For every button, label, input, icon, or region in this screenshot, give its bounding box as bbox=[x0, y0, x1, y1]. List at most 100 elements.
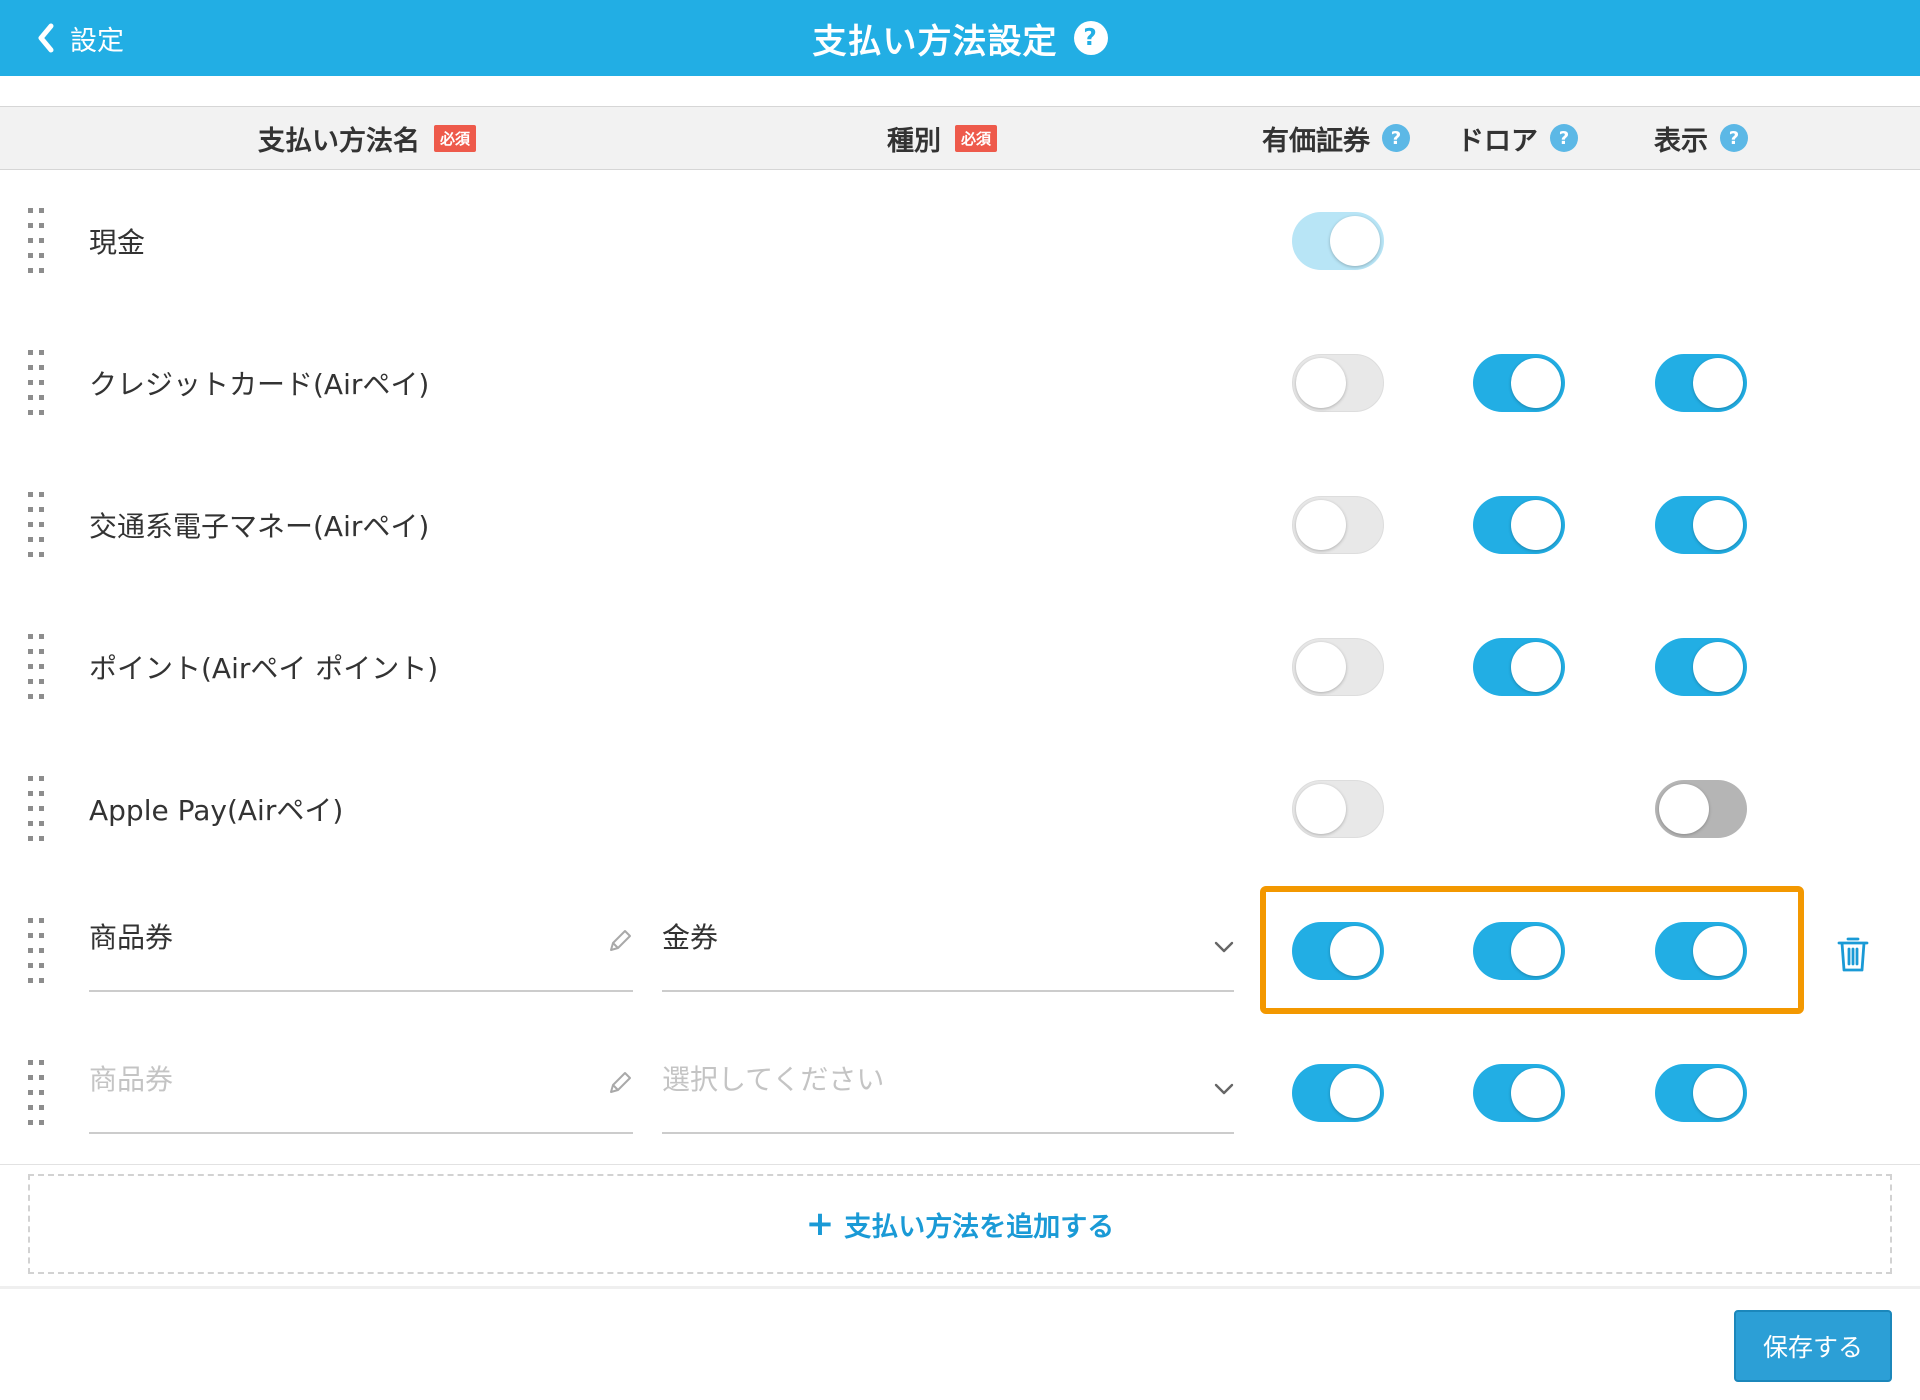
drag-handle-icon[interactable] bbox=[28, 918, 46, 988]
securities-toggle[interactable] bbox=[1292, 354, 1384, 412]
help-icon[interactable]: ? bbox=[1382, 124, 1410, 152]
drag-handle-icon[interactable] bbox=[28, 492, 46, 562]
column-securities-label: 有価証券 bbox=[1262, 125, 1370, 157]
drawer-toggle[interactable] bbox=[1473, 496, 1565, 554]
drag-handle-icon[interactable] bbox=[28, 776, 46, 846]
trash-icon[interactable] bbox=[1836, 935, 1870, 973]
securities-toggle[interactable] bbox=[1292, 922, 1384, 980]
payment-row: ポイント(Airペイ ポイント) bbox=[0, 596, 1920, 739]
column-type: 種別 必須 bbox=[887, 107, 998, 169]
toggle-knob bbox=[1511, 500, 1561, 550]
drag-handle-icon[interactable] bbox=[28, 350, 46, 420]
drag-dot bbox=[39, 821, 44, 826]
payment-type-select[interactable]: 金券 bbox=[662, 880, 1234, 1022]
drawer-toggle[interactable] bbox=[1473, 354, 1565, 412]
drag-dot bbox=[39, 350, 44, 355]
chevron-down-icon bbox=[1214, 941, 1234, 953]
payment-row: 交通系電子マネー(Airペイ) bbox=[0, 454, 1920, 597]
help-icon[interactable]: ? bbox=[1720, 124, 1748, 152]
footer-divider bbox=[0, 1286, 1920, 1289]
drag-dot bbox=[39, 410, 44, 415]
payment-name-input[interactable]: 商品券 bbox=[89, 1022, 173, 1134]
drag-dot bbox=[39, 634, 44, 639]
display-toggle[interactable] bbox=[1655, 354, 1747, 412]
drag-dot bbox=[28, 507, 33, 512]
required-badge: 必須 bbox=[955, 124, 998, 152]
payment-type-select[interactable]: 選択してください bbox=[662, 1022, 1234, 1164]
input-underline bbox=[89, 1132, 633, 1134]
app-header: 設定 支払い方法設定 ? bbox=[0, 0, 1920, 76]
display-toggle[interactable] bbox=[1655, 1064, 1747, 1122]
drawer-toggle[interactable] bbox=[1473, 922, 1565, 980]
custom-payment-row: 商品券 金券 bbox=[0, 880, 1920, 1023]
drag-dot bbox=[39, 492, 44, 497]
drag-dot bbox=[28, 522, 33, 527]
toggle-knob bbox=[1511, 926, 1561, 976]
securities-toggle[interactable] bbox=[1292, 1064, 1384, 1122]
display-toggle[interactable] bbox=[1655, 638, 1747, 696]
drag-handle-icon[interactable] bbox=[28, 1060, 46, 1130]
drag-dot bbox=[28, 223, 33, 228]
drag-dot bbox=[39, 253, 44, 258]
drawer-toggle[interactable] bbox=[1473, 638, 1565, 696]
drag-handle-icon[interactable] bbox=[28, 208, 46, 278]
drag-dot bbox=[39, 208, 44, 213]
toggle-knob bbox=[1296, 784, 1346, 834]
column-header: 支払い方法名 必須 種別 必須 有価証券 ? ドロア ? 表示 ? bbox=[0, 106, 1920, 170]
toggle-knob bbox=[1296, 500, 1346, 550]
payment-type-value: 金券 bbox=[662, 921, 719, 954]
display-toggle[interactable] bbox=[1655, 496, 1747, 554]
drag-dot bbox=[28, 350, 33, 355]
toggle-knob bbox=[1659, 784, 1709, 834]
payment-name-field[interactable]: 商品券 bbox=[89, 880, 633, 1022]
securities-toggle[interactable] bbox=[1292, 780, 1384, 838]
payment-name-input[interactable]: 商品券 bbox=[89, 880, 173, 992]
toggle-knob bbox=[1693, 926, 1743, 976]
drawer-toggle[interactable] bbox=[1473, 1064, 1565, 1122]
drag-dot bbox=[28, 933, 33, 938]
column-display-label: 表示 bbox=[1654, 125, 1708, 157]
toggle-knob bbox=[1511, 642, 1561, 692]
input-underline bbox=[89, 990, 633, 992]
drag-dot bbox=[28, 634, 33, 639]
drag-dot bbox=[28, 821, 33, 826]
drag-handle-icon[interactable] bbox=[28, 634, 46, 704]
drag-dot bbox=[28, 776, 33, 781]
drag-dot bbox=[39, 649, 44, 654]
drag-dot bbox=[28, 1120, 33, 1125]
drag-dot bbox=[39, 380, 44, 385]
payment-row: Apple Pay(Airペイ) bbox=[0, 738, 1920, 881]
drag-dot bbox=[28, 537, 33, 542]
column-name: 支払い方法名 必須 bbox=[258, 107, 477, 169]
display-toggle[interactable] bbox=[1655, 780, 1747, 838]
help-icon[interactable]: ? bbox=[1073, 21, 1108, 55]
securities-toggle[interactable] bbox=[1292, 638, 1384, 696]
input-underline bbox=[662, 990, 1234, 992]
drag-dot bbox=[28, 664, 33, 669]
add-payment-method-button[interactable]: + 支払い方法を追加する bbox=[28, 1174, 1892, 1274]
column-type-label: 種別 bbox=[887, 125, 941, 157]
help-icon[interactable]: ? bbox=[1550, 124, 1578, 152]
drag-dot bbox=[39, 1090, 44, 1095]
drag-dot bbox=[39, 933, 44, 938]
drag-dot bbox=[28, 410, 33, 415]
securities-toggle[interactable] bbox=[1292, 496, 1384, 554]
payment-name-field[interactable]: 商品券 bbox=[89, 1022, 633, 1164]
drag-dot bbox=[39, 694, 44, 699]
display-toggle[interactable] bbox=[1655, 922, 1747, 980]
drag-dot bbox=[39, 776, 44, 781]
payment-row: 現金 bbox=[0, 170, 1920, 313]
drag-dot bbox=[39, 1120, 44, 1125]
chevron-down-icon bbox=[1214, 1083, 1234, 1095]
drag-dot bbox=[28, 649, 33, 654]
drag-dot bbox=[28, 978, 33, 983]
drag-dot bbox=[28, 694, 33, 699]
add-payment-method-label: 支払い方法を追加する bbox=[844, 1211, 1115, 1243]
toggle-knob bbox=[1330, 926, 1380, 976]
save-button[interactable]: 保存する bbox=[1734, 1310, 1892, 1382]
drag-dot bbox=[28, 791, 33, 796]
input-underline bbox=[662, 1132, 1234, 1134]
new-payment-row: 商品券 選択してください bbox=[0, 1022, 1920, 1165]
payment-name: Apple Pay(Airペイ) bbox=[89, 794, 344, 827]
drag-dot bbox=[28, 1105, 33, 1110]
